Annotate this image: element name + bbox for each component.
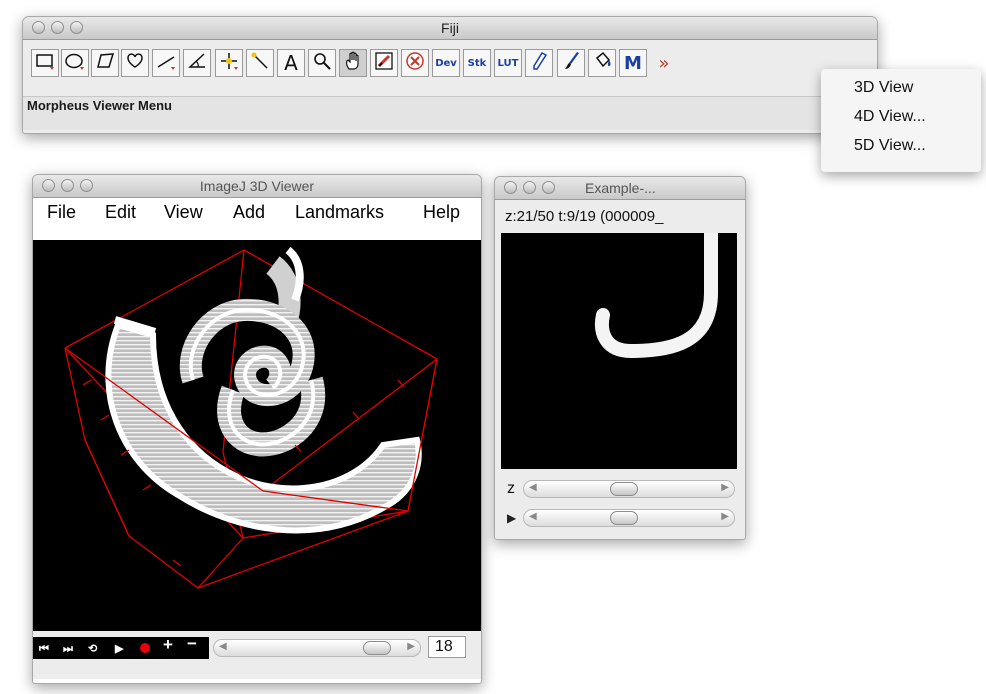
stop-tool-button[interactable]	[401, 49, 429, 77]
more-tools-icon: »	[658, 52, 670, 74]
wand-tool-button[interactable]	[246, 49, 274, 77]
oval-tool-button[interactable]	[61, 49, 89, 77]
wand-tool-icon	[249, 50, 271, 77]
rectangle-tool-button[interactable]	[31, 49, 59, 77]
magnifier-tool-button[interactable]	[308, 49, 336, 77]
dev-menu-button[interactable]: Dev	[432, 49, 460, 77]
slider-right-arrow-icon[interactable]: ▶	[407, 641, 415, 652]
z-slider-row: z ◀ ▶	[501, 480, 737, 500]
menu-file[interactable]: File	[47, 202, 76, 223]
t-slider[interactable]: ◀ ▶	[523, 509, 735, 527]
zoom-button[interactable]	[542, 181, 555, 194]
close-button[interactable]	[504, 181, 517, 194]
menu-item-3d-view[interactable]: 3D View	[854, 79, 913, 97]
frame-number-field[interactable]: 18	[428, 636, 466, 658]
fiji-window: Fiji A Dev Stk LUT M » Morpheus Viewer Menu	[22, 16, 878, 134]
line-tool-icon	[155, 50, 177, 77]
brush-tool-button[interactable]	[557, 49, 585, 77]
stk-menu-button[interactable]: Stk	[463, 49, 491, 77]
t-slider-row: ▶ ◀ ▶	[501, 509, 737, 529]
image-canvas[interactable]	[501, 233, 737, 469]
menu-help[interactable]: Help	[423, 202, 460, 223]
window-controls	[504, 181, 555, 194]
text-tool-icon: A	[284, 51, 298, 75]
loop-icon[interactable]: ⟲	[88, 643, 97, 655]
3d-canvas[interactable]	[33, 240, 481, 631]
more-tools-button[interactable]: »	[650, 49, 678, 77]
pencil-tool-icon	[528, 50, 550, 77]
menu-item-4d-view[interactable]: 4D View...	[854, 108, 926, 126]
image-info: z:21/50 t:9/19 (000009_	[505, 208, 664, 225]
z-slider[interactable]: ◀ ▶	[523, 480, 735, 498]
menu-item-5d-view[interactable]: 5D View...	[854, 137, 926, 155]
fiji-titlebar[interactable]: Fiji	[23, 17, 877, 40]
play-icon[interactable]: ▶	[115, 643, 123, 655]
stk-menu-icon: Stk	[467, 57, 487, 69]
oval-tool-icon	[64, 50, 86, 77]
slider-right-arrow-icon[interactable]: ▶	[721, 482, 729, 493]
z-label: z	[507, 480, 515, 497]
lut-menu-button[interactable]: LUT	[494, 49, 522, 77]
plus-icon[interactable]: +	[163, 636, 173, 653]
slider-thumb[interactable]	[363, 641, 391, 655]
menu-landmarks[interactable]: Landmarks	[295, 202, 384, 223]
slider-right-arrow-icon[interactable]: ▶	[721, 511, 729, 522]
playback-controls: ⏮ ⏭ ⟲ ▶ + −	[33, 635, 209, 659]
fast-forward-icon[interactable]: ⏭	[63, 643, 73, 655]
minimize-button[interactable]	[523, 181, 536, 194]
stop-tool-icon	[404, 50, 426, 77]
menu-view[interactable]: View	[164, 202, 203, 223]
text-tool-button[interactable]: A	[277, 49, 305, 77]
angle-tool-icon	[186, 50, 208, 77]
slider-left-arrow-icon[interactable]: ◀	[529, 482, 537, 493]
brush-tool-icon	[560, 50, 582, 77]
angle-tool-button[interactable]	[183, 49, 211, 77]
point-tool-icon	[218, 50, 240, 77]
minus-icon[interactable]: −	[187, 635, 197, 652]
3d-viewer-window: ImageJ 3D Viewer File Edit View Add Land…	[32, 174, 482, 684]
record-icon[interactable]	[140, 643, 150, 653]
menu-edit[interactable]: Edit	[105, 202, 136, 223]
lut-menu-icon: LUT	[497, 57, 519, 69]
pencil-tool-button[interactable]	[525, 49, 553, 77]
flood-fill-tool-button[interactable]	[588, 49, 616, 77]
morpheus-tool-button[interactable]: M	[619, 49, 647, 77]
polygon-tool-icon	[94, 50, 116, 77]
frame-slider[interactable]: ◀ ▶	[213, 639, 421, 657]
magnifier-tool-icon	[311, 50, 333, 77]
rewind-icon[interactable]: ⏮	[39, 643, 49, 655]
freehand-tool-button[interactable]	[121, 49, 149, 77]
status-bar: Morpheus Viewer Menu	[23, 96, 877, 130]
status-text: Morpheus Viewer Menu	[27, 98, 172, 113]
freehand-tool-icon	[124, 50, 146, 77]
slice-image	[595, 233, 718, 359]
color-picker-tool-icon	[373, 50, 395, 77]
playback-bar: ⏮ ⏭ ⟲ ▶ + − ◀ ▶ 18	[33, 631, 481, 679]
morpheus-tool-icon: M	[624, 52, 642, 74]
example-titlebar[interactable]: Example-...	[495, 177, 745, 200]
rectangle-tool-icon	[34, 50, 56, 77]
menu-bar: File Edit View Add Landmarks Help	[33, 198, 481, 226]
view-dropdown-menu: 3D View 4D View... 5D View...	[821, 69, 981, 172]
rendered-volume	[64, 246, 438, 589]
dev-menu-icon: Dev	[435, 57, 457, 69]
menu-add[interactable]: Add	[233, 202, 265, 223]
play-icon[interactable]: ▶	[507, 511, 516, 525]
flood-fill-tool-icon	[591, 50, 613, 77]
slider-thumb[interactable]	[610, 482, 638, 496]
hand-tool-icon	[342, 50, 364, 77]
hand-tool-button[interactable]	[339, 49, 367, 77]
point-tool-button[interactable]	[215, 49, 243, 77]
polygon-tool-button[interactable]	[91, 49, 119, 77]
line-tool-button[interactable]	[152, 49, 180, 77]
example-window: Example-... z:21/50 t:9/19 (000009_ z ◀ …	[494, 176, 746, 540]
window-title: Fiji	[441, 20, 459, 36]
3d-viewer-titlebar[interactable]: ImageJ 3D Viewer	[33, 175, 481, 198]
window-title: Example-...	[585, 180, 656, 196]
color-picker-tool-button[interactable]	[370, 49, 398, 77]
window-title: ImageJ 3D Viewer	[199, 178, 315, 194]
slider-thumb[interactable]	[610, 511, 638, 525]
slider-left-arrow-icon[interactable]: ◀	[529, 511, 537, 522]
slider-left-arrow-icon[interactable]: ◀	[219, 641, 227, 652]
